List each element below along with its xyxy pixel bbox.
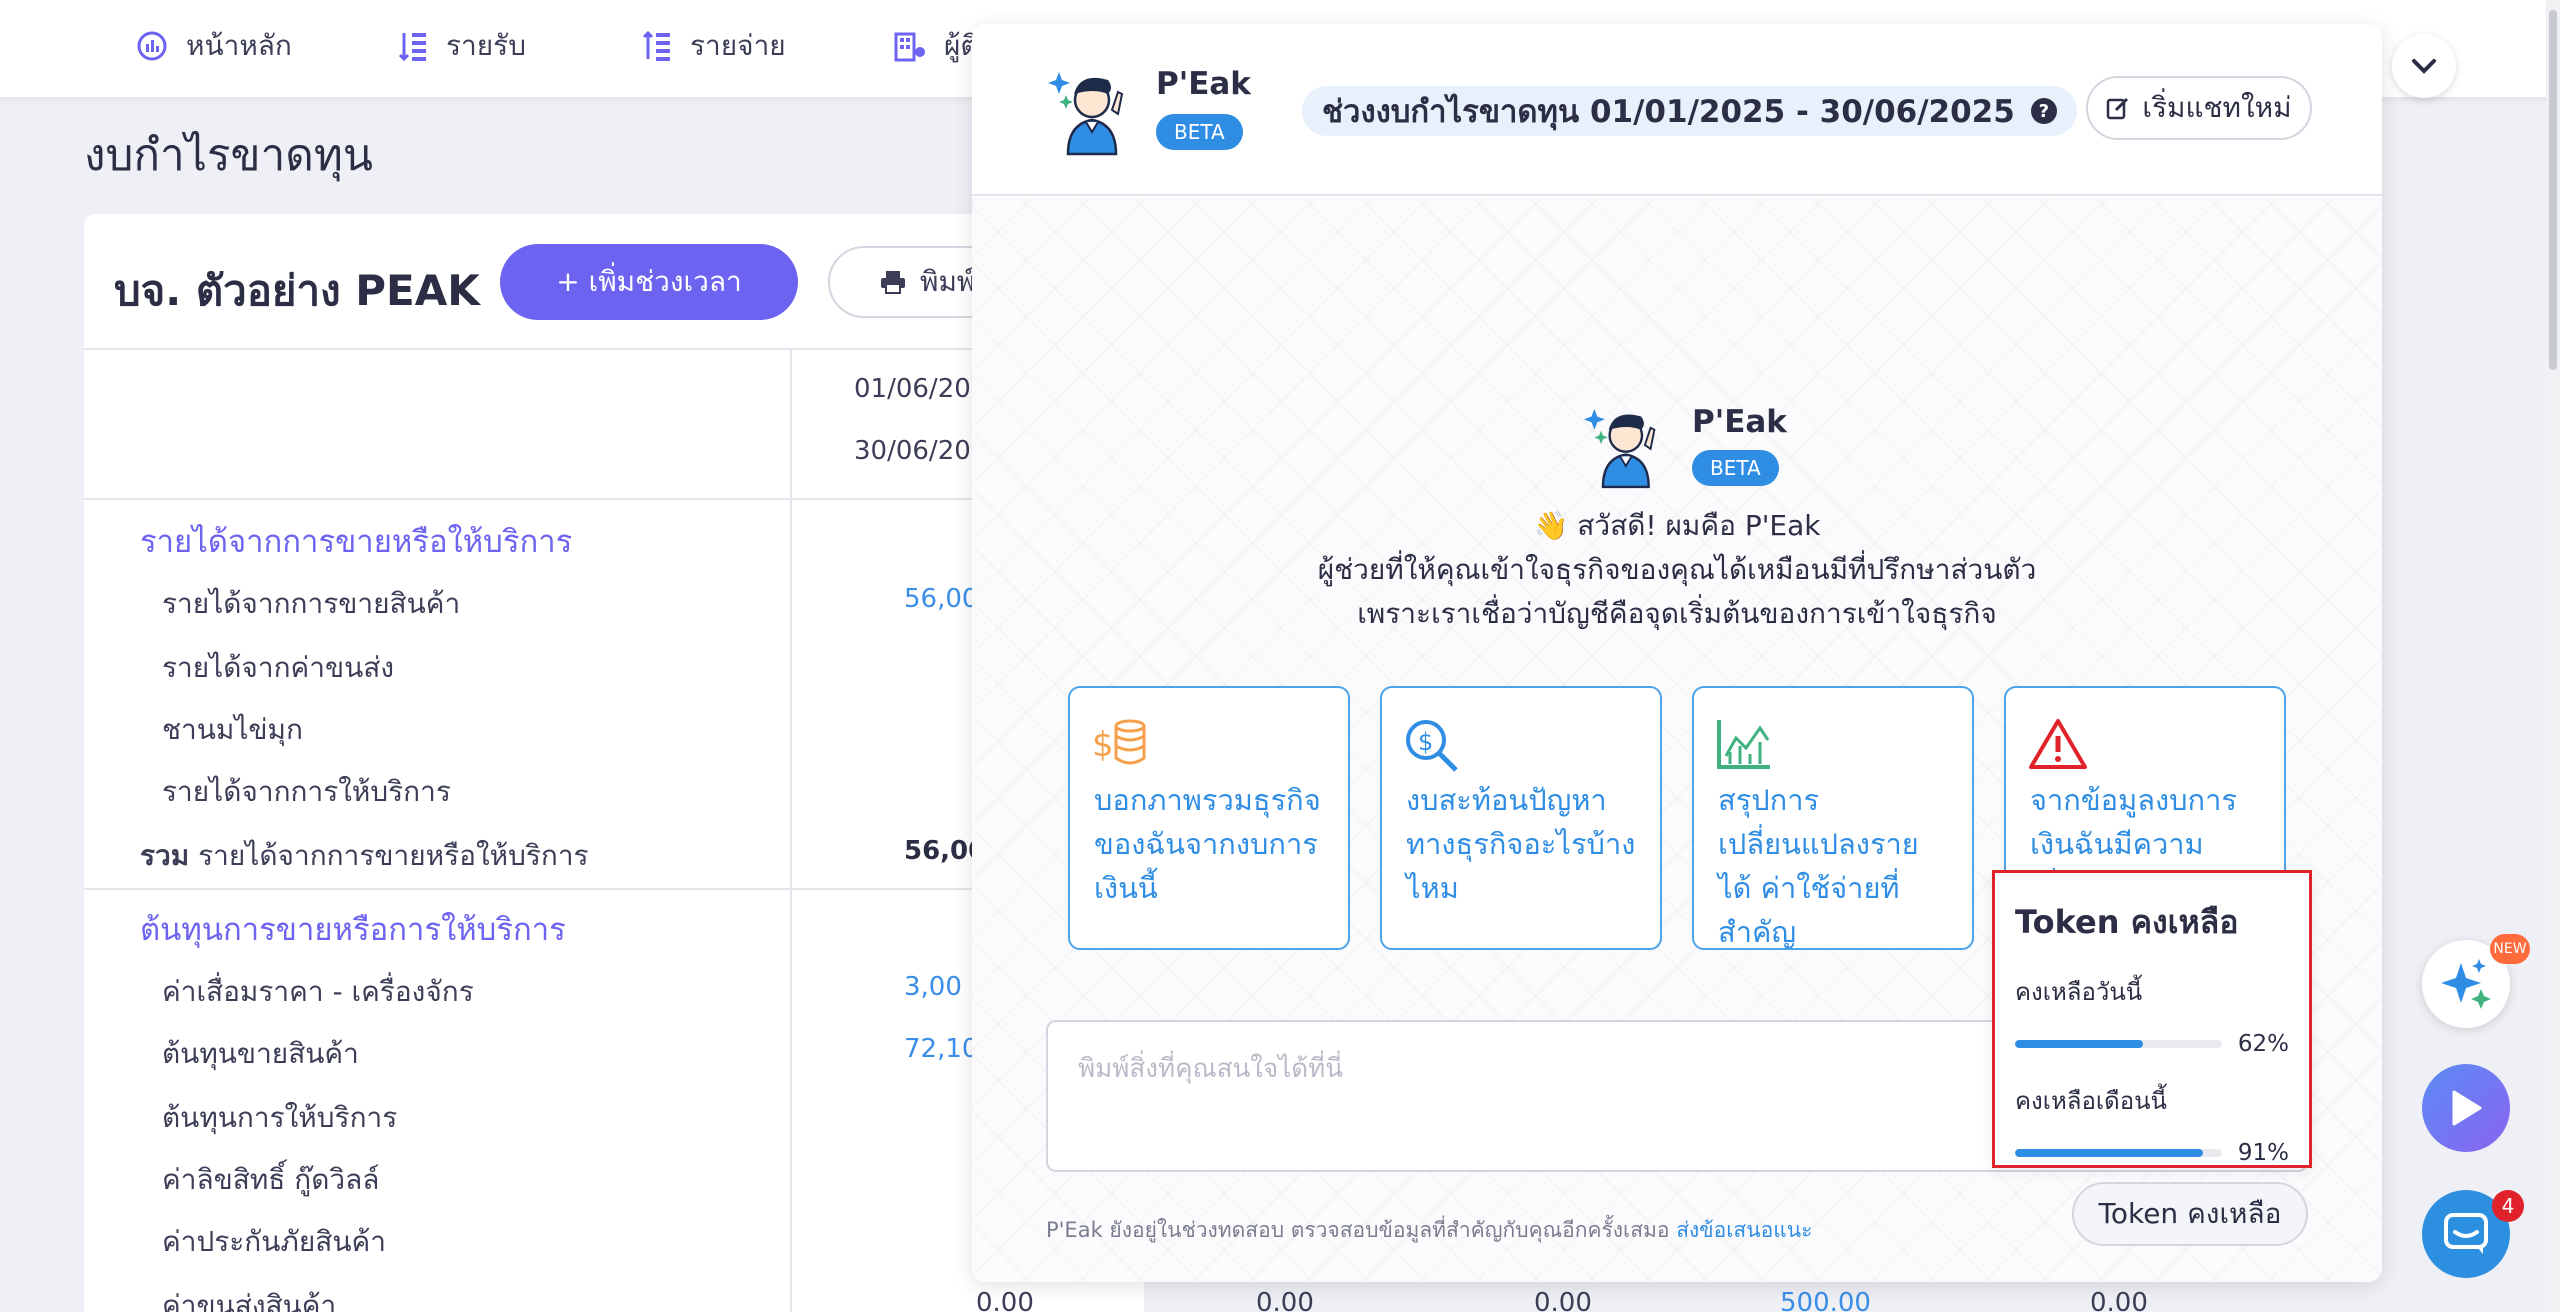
token-today-percent: 62% <box>2237 1031 2289 1057</box>
suggestion-card[interactable]: $ งบสะท้อนปัญหาทางธุรกิจอะไรบ้างไหม <box>1380 686 1662 950</box>
total-label: รายได้จากการขายหรือให้บริการ <box>198 839 589 872</box>
token-month-label: คงเหลือเดือนนี้ <box>2015 1087 2167 1115</box>
nav-item-home[interactable]: หน้าหลัก <box>136 22 292 70</box>
bot-name: P'Eak <box>1156 66 1251 102</box>
total-prefix: รวม <box>140 839 190 872</box>
beta-footnote: P'Eak ยังอยู่ในช่วงทดสอบ ตรวจสอบข้อมูลที… <box>1046 1214 1812 1247</box>
progress-track <box>2015 1149 2222 1157</box>
video-tutorial-button[interactable] <box>2422 1064 2510 1152</box>
progress-fill <box>2015 1040 2144 1048</box>
nav-item-contacts[interactable]: ผู้ติ <box>894 22 979 70</box>
peak-mascot-icon <box>1583 408 1656 489</box>
progress-fill <box>2015 1149 2204 1157</box>
report-row: รายได้จากการให้บริการ <box>162 775 451 808</box>
scrollbar-thumb[interactable] <box>2549 10 2557 370</box>
report-row: รายได้จากค่าขนส่ง <box>162 651 395 684</box>
period-date-to: 30/06/20 <box>854 436 971 466</box>
suggestion-card[interactable]: $ บอกภาพรวมธุรกิจของฉันจากงบการเงินนี้ <box>1068 686 1350 950</box>
svg-text:$: $ <box>1092 725 1114 765</box>
report-value[interactable]: 3,00 <box>904 972 962 1002</box>
report-value[interactable]: 56,00 <box>904 584 978 614</box>
page-scrollbar[interactable] <box>2546 0 2560 1312</box>
bottom-value: 0.00 <box>2090 1288 2148 1312</box>
token-today-progress: 62% <box>2015 1031 2289 1057</box>
column-divider <box>790 348 792 1312</box>
section-cost-title: ต้นทุนการขายหรือการให้บริการ <box>140 912 566 948</box>
bottom-value: 0.00 <box>1256 1288 1314 1312</box>
bottom-value: 0.00 <box>976 1288 1034 1312</box>
company-name: บจ. ตัวอย่าง PEAK <box>114 266 480 315</box>
nav-label: หน้าหลัก <box>186 29 292 62</box>
beta-badge: BETA <box>1156 114 1243 150</box>
greeting-line: 👋 สวัสดี! ผมคือ P'Eak <box>1533 509 1821 542</box>
token-popover-title: Token คงเหลือ <box>2015 903 2239 941</box>
collapse-chat-button[interactable] <box>2392 34 2456 98</box>
suggestion-text: สรุปการเปลี่ยนแปลงรายได้ ค่าใช้จ่ายที่สำ… <box>1718 783 1919 949</box>
income-icon <box>398 33 426 62</box>
nav-item-income[interactable]: รายรับ <box>398 22 526 70</box>
magnifier-dollar-icon: $ <box>1406 720 1458 772</box>
bot-title-group: P'Eak BETA <box>1692 404 1787 486</box>
new-badge: NEW <box>2490 934 2530 964</box>
token-month-percent: 91% <box>2237 1140 2289 1166</box>
greeting-line: ผู้ช่วยที่ให้คุณเข้าใจธุรกิจของคุณได้เหม… <box>1317 553 2037 586</box>
total-revenue-row: รวม รายได้จากการขายหรือให้บริการ <box>140 834 589 878</box>
print-label: พิมพ์ <box>920 265 976 298</box>
greeting-line: เพราะเราเชื่อว่าบัญชีคือจุดเริ่มต้นของกา… <box>1357 597 1997 630</box>
help-icon[interactable]: ? <box>2030 98 2057 124</box>
period-label: ช่วงงบกำไรขาดทุน 01/01/2025 - 30/06/2025 <box>1322 94 2015 130</box>
new-chat-button[interactable]: เริ่มแชทใหม่ <box>2086 76 2312 140</box>
token-today-label: คงเหลือวันนี้ <box>2015 978 2143 1006</box>
report-row: ค่าขนส่งสินค้า <box>162 1289 337 1312</box>
coins-icon: $ <box>1092 719 1146 765</box>
bottom-value: 0.00 <box>1534 1288 1592 1312</box>
edit-icon <box>2107 97 2129 120</box>
token-popover: Token คงเหลือ คงเหลือวันนี้ 62% คงเหลือเ… <box>1992 870 2312 1168</box>
report-row: ค่าประกันภัยสินค้า <box>162 1225 386 1258</box>
bot-name: P'Eak <box>1692 404 1787 440</box>
report-row: รายได้จากการขายสินค้า <box>162 587 461 620</box>
bottom-value[interactable]: 500.00 <box>1780 1288 1871 1312</box>
section-revenue-title: รายได้จากการขายหรือให้บริการ <box>140 524 573 560</box>
footnote-text: P'Eak ยังอยู่ในช่วงทดสอบ ตรวจสอบข้อมูลที… <box>1046 1218 1670 1242</box>
printer-icon <box>881 271 905 294</box>
report-row: ต้นทุนการให้บริการ <box>162 1101 398 1134</box>
report-row: ชานมไข่มุก <box>162 713 303 746</box>
play-icon <box>2452 1090 2482 1126</box>
chat-header: P'Eak BETA ช่วงงบกำไรขาดทุน 01/01/2025 -… <box>972 24 2382 196</box>
unread-count-badge: 4 <box>2492 1190 2524 1222</box>
contacts-icon <box>894 32 925 62</box>
chat-input-placeholder: พิมพ์สิ่งที่คุณสนใจได้ที่นี่ <box>1078 1054 1344 1084</box>
suggestion-text: งบสะท้อนปัญหาทางธุรกิจอะไรบ้างไหม <box>1406 783 1636 905</box>
new-chat-label: เริ่มแชทใหม่ <box>2142 91 2292 124</box>
nav-label: รายรับ <box>446 29 526 62</box>
nav-label: รายจ่าย <box>690 29 786 62</box>
chart-icon <box>137 31 167 61</box>
report-value[interactable]: 72,10 <box>904 1034 978 1064</box>
chevron-down-icon <box>2412 59 2436 74</box>
report-row: ค่าลิขสิทธิ์ กู๊ดวิลล์ <box>162 1163 380 1196</box>
sparkle-icon <box>2441 959 2491 1009</box>
warning-icon <box>2029 719 2087 769</box>
token-month-progress: 91% <box>2015 1140 2289 1166</box>
feedback-link[interactable]: ส่งข้อเสนอแนะ <box>1676 1218 1812 1242</box>
period-date-from: 01/06/20 <box>854 374 971 404</box>
progress-track <box>2015 1040 2222 1048</box>
report-row: ต้นทุนขายสินค้า <box>162 1037 359 1070</box>
add-period-button[interactable]: + เพิ่มช่วงเวลา <box>500 244 798 320</box>
report-row: ค่าเสื่อมราคา - เครื่องจักร <box>162 975 474 1008</box>
page-title: งบกำไรขาดทุน <box>84 130 373 181</box>
bot-title-group: P'Eak BETA <box>1156 66 1251 150</box>
suggestion-card[interactable]: สรุปการเปลี่ยนแปลงรายได้ ค่าใช้จ่ายที่สำ… <box>1692 686 1974 950</box>
svg-text:$: $ <box>1418 728 1433 756</box>
nav-item-expense[interactable]: รายจ่าย <box>642 22 786 70</box>
chat-bubble-icon <box>2444 1213 2488 1254</box>
suggestion-text: บอกภาพรวมธุรกิจของฉันจากงบการเงินนี้ <box>1094 783 1321 905</box>
beta-badge: BETA <box>1692 450 1779 486</box>
token-remaining-button[interactable]: Token คงเหลือ <box>2072 1182 2308 1246</box>
expense-icon <box>642 30 670 61</box>
period-pill: ช่วงงบกำไรขาดทุน 01/01/2025 - 30/06/2025… <box>1302 86 2077 136</box>
line-chart-icon <box>1717 720 1770 769</box>
peak-mascot-icon <box>1048 72 1124 156</box>
